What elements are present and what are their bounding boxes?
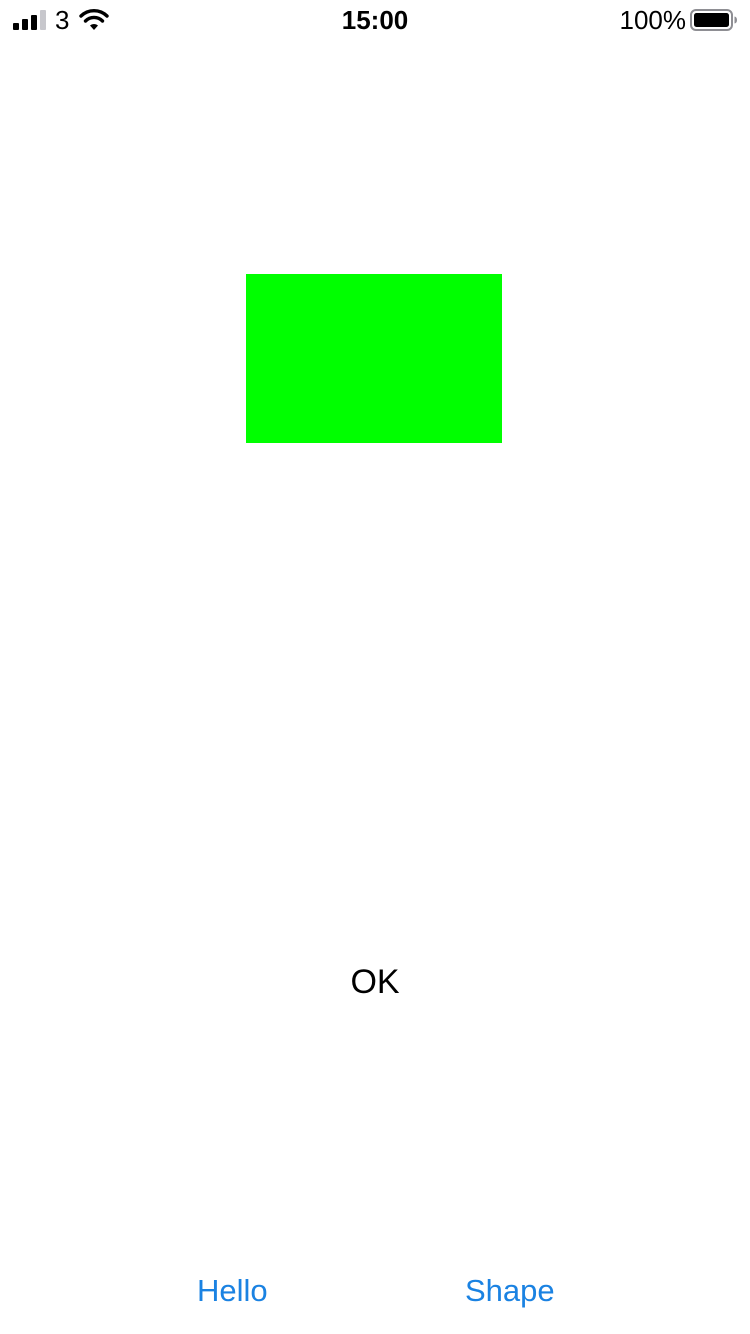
shape-view — [246, 274, 502, 443]
battery-icon — [690, 9, 737, 31]
battery-percent: 100% — [619, 5, 687, 35]
ok-label: OK — [350, 963, 400, 1001]
shape-button[interactable]: Shape — [465, 1271, 555, 1311]
app-screen: 3 15:00 100% OK Hello Shape — [0, 0, 750, 1334]
hello-button[interactable]: Hello — [197, 1271, 268, 1311]
status-bar: 3 15:00 100% — [0, 0, 750, 40]
